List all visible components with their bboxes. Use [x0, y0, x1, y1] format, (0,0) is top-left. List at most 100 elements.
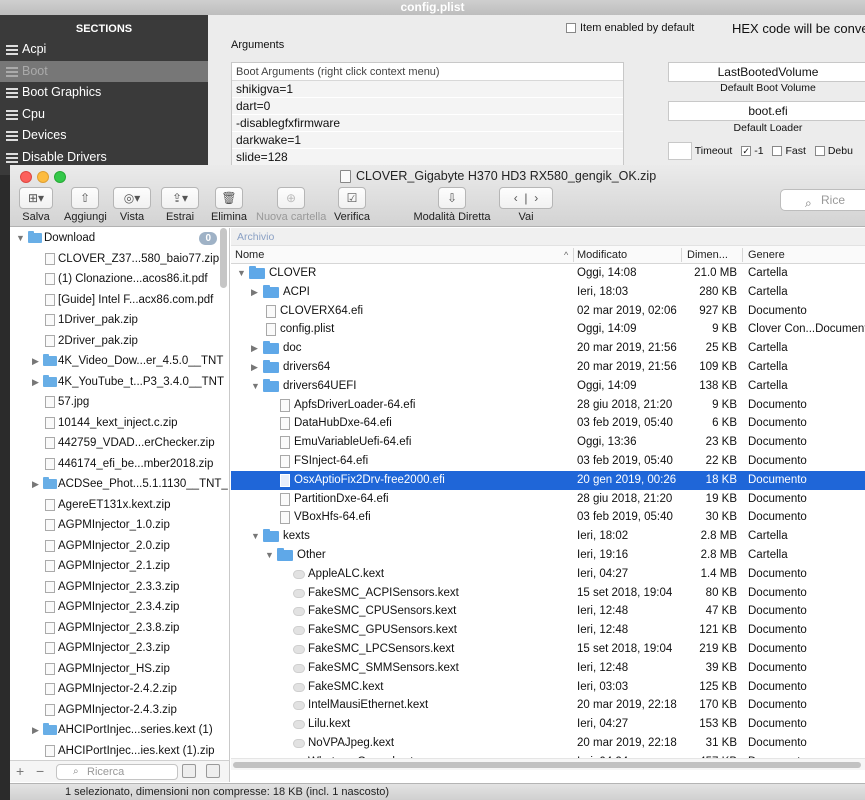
table-row[interactable]: IntelMausiEthernet.kext 20 mar 2019, 22:1… [231, 696, 865, 715]
path-bar[interactable]: Archivio [231, 228, 865, 246]
sidebar-item[interactable]: ▶ AHCIPortInjec...series.kext (1) [10, 720, 229, 741]
table-row[interactable]: NoVPAJpeg.kext 20 mar 2019, 22:18 31 KB Doc… [231, 734, 865, 753]
col-name[interactable]: Nome [235, 246, 264, 264]
table-row[interactable]: OsxAptioFix2Drv-free2000.efi 20 gen 2019,… [231, 470, 865, 490]
vai-button[interactable]: ‹ | › Vai [498, 187, 554, 223]
sidebar-item[interactable]: AgereET131x.kext.zip [10, 495, 229, 516]
table-row[interactable]: AppleALC.kext Ieri, 04:27 1.4 MB Documento [231, 565, 865, 584]
table-row[interactable]: FakeSMC_SMMSensors.kext Ieri, 12:48 39 KB D… [231, 659, 865, 678]
verifica-button[interactable]: ☑ Verifica [332, 187, 372, 223]
disclosure-open-icon[interactable]: ▼ [251, 377, 260, 396]
sidebar-item[interactable]: AHCIPortInjec...ies.kext (1).zip [10, 741, 229, 762]
col-modified[interactable]: Modificato [577, 246, 627, 264]
disclosure-closed-icon[interactable]: ▶ [32, 372, 39, 393]
add-icon[interactable]: + [16, 763, 24, 779]
section-item[interactable]: Boot Graphics [0, 82, 208, 104]
section-item[interactable]: Boot [0, 60, 208, 82]
disclosure-closed-icon[interactable]: ▶ [251, 283, 258, 302]
table-row[interactable]: FakeSMC.kext Ieri, 03:03 125 KB Documento [231, 678, 865, 697]
fast-checkbox[interactable] [772, 146, 783, 156]
boot-argument-row[interactable]: -disablegfxfirmware [232, 115, 623, 132]
table-row[interactable]: PartitionDxe-64.efi 28 giu 2018, 21:20 19 … [231, 490, 865, 509]
filter-icon[interactable] [182, 764, 196, 778]
modalita-diretta-button[interactable]: ⇩ Modalità Diretta [412, 187, 492, 223]
debug-checkbox[interactable] [814, 146, 825, 156]
default-loader-field[interactable]: boot.efi [668, 101, 865, 121]
sidebar-item[interactable]: AGPMInjector_2.3.3.zip [10, 577, 229, 598]
table-row[interactable]: ▼ CLOVER Oggi, 14:08 21.0 MB Cartella [231, 264, 865, 283]
section-item[interactable]: Devices [0, 125, 208, 147]
section-item[interactable]: Acpi [0, 39, 208, 61]
boot-argument-row[interactable]: dart=0 [232, 98, 623, 115]
sidebar-item[interactable]: 446174_efi_be...mber2018.zip [10, 454, 229, 475]
timeout-field[interactable] [668, 142, 692, 160]
sidebar-root-download[interactable]: ▼ Download 0 [10, 228, 229, 249]
boot-argument-row[interactable]: shikigva=1 [232, 81, 623, 98]
disclosure-open-icon[interactable]: ▼ [237, 264, 246, 283]
disclosure-closed-icon[interactable]: ▶ [32, 720, 39, 741]
table-row[interactable]: ▶ ACPI Ieri, 18:03 280 KB Cartella [231, 283, 865, 302]
item-enabled-checkbox[interactable]: Item enabled by default [566, 22, 694, 34]
sidebar-item[interactable]: CLOVER_Z37...580_baio77.zip [10, 249, 229, 270]
table-row[interactable]: FSInject-64.efi 03 feb 2019, 05:40 22 KB Do… [231, 452, 865, 471]
table-row[interactable]: ApfsDriverLoader-64.efi 28 giu 2018, 21:2… [231, 396, 865, 415]
table-row[interactable]: VBoxHfs-64.efi 03 feb 2019, 05:40 30 KB Doc… [231, 508, 865, 527]
column-divider[interactable] [681, 248, 682, 262]
boot-argument-row[interactable]: slide=128 [232, 149, 623, 166]
sidebar-item[interactable]: 1Driver_pak.zip [10, 310, 229, 331]
table-row[interactable]: DataHubDxe-64.efi 03 feb 2019, 05:40 6 KB D… [231, 414, 865, 433]
disclosure-closed-icon[interactable]: ▶ [251, 339, 258, 358]
preview-icon[interactable] [206, 764, 220, 778]
table-row[interactable]: CLOVERX64.efi 02 mar 2019, 02:06 927 KB Doc… [231, 302, 865, 321]
sidebar-item[interactable]: AGPMInjector-2.4.2.zip [10, 679, 229, 700]
table-row[interactable]: Lilu.kext Ieri, 04:27 153 KB Documento [231, 715, 865, 734]
section-item[interactable]: Cpu [0, 104, 208, 126]
sidebar-item[interactable]: AGPMInjector-2.4.3.zip [10, 700, 229, 721]
estrai-button[interactable]: ⇪▾ Estrai [160, 187, 200, 223]
sidebar-item[interactable]: ▶ 4K_Video_Dow...er_4.5.0__TNT [10, 351, 229, 372]
horizontal-scrollbar[interactable] [231, 758, 865, 770]
salva-button[interactable]: ⊞▾ Salva [18, 187, 54, 223]
disclosure-open-icon[interactable]: ▼ [265, 546, 274, 565]
column-divider[interactable] [742, 248, 743, 262]
disclosure-open-icon[interactable]: ▼ [16, 228, 25, 249]
elimina-button[interactable]: 🗑 Elimina [210, 187, 248, 223]
zoom-window-button[interactable] [54, 171, 66, 183]
sidebar-item[interactable]: AGPMInjector_2.1.zip [10, 556, 229, 577]
default-boot-volume-field[interactable]: LastBootedVolume [668, 62, 865, 82]
sidebar-item[interactable]: 442759_VDAD...erChecker.zip [10, 433, 229, 454]
sidebar-scrollbar[interactable] [220, 228, 227, 288]
vista-button[interactable]: ◎▾ Vista [112, 187, 152, 223]
sidebar-item[interactable]: ▶ 4K_YouTube_t...P3_3.4.0__TNT [10, 372, 229, 393]
disclosure-closed-icon[interactable]: ▶ [32, 474, 39, 495]
sidebar-item[interactable]: [Guide] Intel F...acx86.com.pdf [10, 290, 229, 311]
col-size[interactable]: Dimen... [687, 246, 728, 264]
column-divider[interactable] [573, 248, 574, 262]
col-kind[interactable]: Genere [748, 246, 785, 264]
table-row[interactable]: ▼ drivers64UEFI Oggi, 14:09 138 KB Cartella [231, 377, 865, 396]
close-window-button[interactable] [20, 171, 32, 183]
table-row[interactable]: ▼ kexts Ieri, 18:02 2.8 MB Cartella [231, 527, 865, 546]
sidebar-item[interactable]: AGPMInjector_2.3.4.zip [10, 597, 229, 618]
sidebar-item[interactable]: AGPMInjector_HS.zip [10, 659, 229, 680]
sidebar-item[interactable]: 57.jpg [10, 392, 229, 413]
table-row[interactable]: FakeSMC_CPUSensors.kext Ieri, 12:48 47 KB D… [231, 602, 865, 621]
sidebar-item[interactable]: AGPMInjector_2.3.zip [10, 638, 229, 659]
nuova-cartella-button[interactable]: ⊕ Nuova cartella [256, 187, 326, 223]
sidebar-item[interactable]: AGPMInjector_2.0.zip [10, 536, 229, 557]
boot-arguments-table[interactable]: Boot Arguments (right click context menu… [231, 62, 624, 175]
table-row[interactable]: config.plist Oggi, 14:09 9 KB Clover Con...… [231, 320, 865, 339]
table-row[interactable]: ▶ doc 20 mar 2019, 21:56 25 KB Cartella [231, 339, 865, 358]
table-row[interactable]: EmuVariableUefi-64.efi Oggi, 13:36 23 KB Do… [231, 433, 865, 452]
sidebar-item[interactable]: (1) Clonazione...acos86.it.pdf [10, 269, 229, 290]
table-row[interactable]: FakeSMC_ACPISensors.kext 15 set 2018, 19:… [231, 584, 865, 603]
sidebar-item[interactable]: AGPMInjector_2.3.8.zip [10, 618, 229, 639]
remove-icon[interactable]: − [36, 763, 44, 779]
minimize-window-button[interactable] [37, 171, 49, 183]
table-row[interactable]: FakeSMC_LPCSensors.kext 15 set 2018, 19:0… [231, 640, 865, 659]
disclosure-closed-icon[interactable]: ▶ [32, 351, 39, 372]
sidebar-item[interactable]: 10144_kext_inject.c.zip [10, 413, 229, 434]
table-row[interactable]: ▶ drivers64 20 mar 2019, 21:56 109 KB Cartel… [231, 358, 865, 377]
table-row[interactable]: ▼ Other Ieri, 19:16 2.8 MB Cartella [231, 546, 865, 565]
disclosure-closed-icon[interactable]: ▶ [251, 358, 258, 377]
